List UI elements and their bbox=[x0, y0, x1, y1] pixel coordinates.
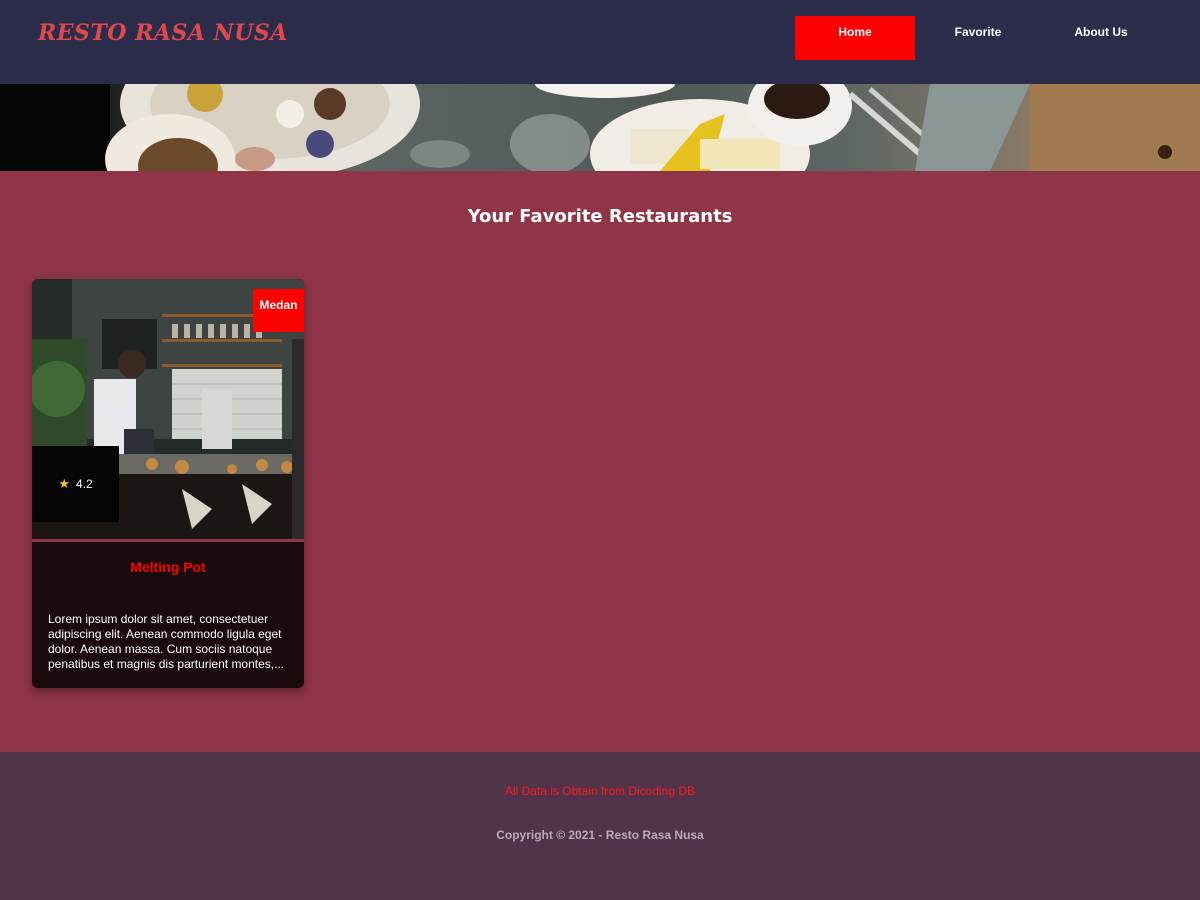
restaurant-photo: Medan ★ 4.2 bbox=[32, 279, 304, 539]
star-icon: ★ bbox=[58, 476, 70, 491]
nav-about-us[interactable]: About Us bbox=[1041, 16, 1161, 60]
nav-favorite[interactable]: Favorite bbox=[918, 16, 1038, 60]
copyright-text: Copyright © 2021 - Resto Rasa Nusa bbox=[496, 828, 704, 842]
restaurant-description: Lorem ipsum dolor sit amet, consectetuer… bbox=[48, 612, 285, 671]
card-body: Melting Pot Lorem ipsum dolor sit amet, … bbox=[32, 542, 304, 688]
hero-image bbox=[0, 84, 1200, 171]
rating-value: 4.2 bbox=[75, 477, 93, 491]
app-header: RESTO RASA NUSA Home Favorite About Us bbox=[0, 0, 1200, 84]
rating-badge: ★ 4.2 bbox=[32, 446, 119, 522]
restaurant-name-link[interactable]: Melting Pot bbox=[32, 559, 304, 575]
nav-home[interactable]: Home bbox=[795, 16, 915, 60]
brand-logo[interactable]: RESTO RASA NUSA bbox=[38, 20, 288, 46]
main-nav: Home Favorite About Us bbox=[795, 16, 1164, 60]
data-source-note: All Data is Obtain from Dicoding DB bbox=[504, 784, 696, 798]
hero-food-photo bbox=[0, 84, 1200, 171]
app-footer: All Data is Obtain from Dicoding DB Copy… bbox=[0, 752, 1200, 900]
restaurant-card[interactable]: Medan ★ 4.2 Melting Pot Lorem ipsum dolo… bbox=[32, 279, 304, 688]
page-title: Your Favorite Restaurants bbox=[467, 206, 733, 227]
city-badge: Medan bbox=[253, 289, 304, 332]
